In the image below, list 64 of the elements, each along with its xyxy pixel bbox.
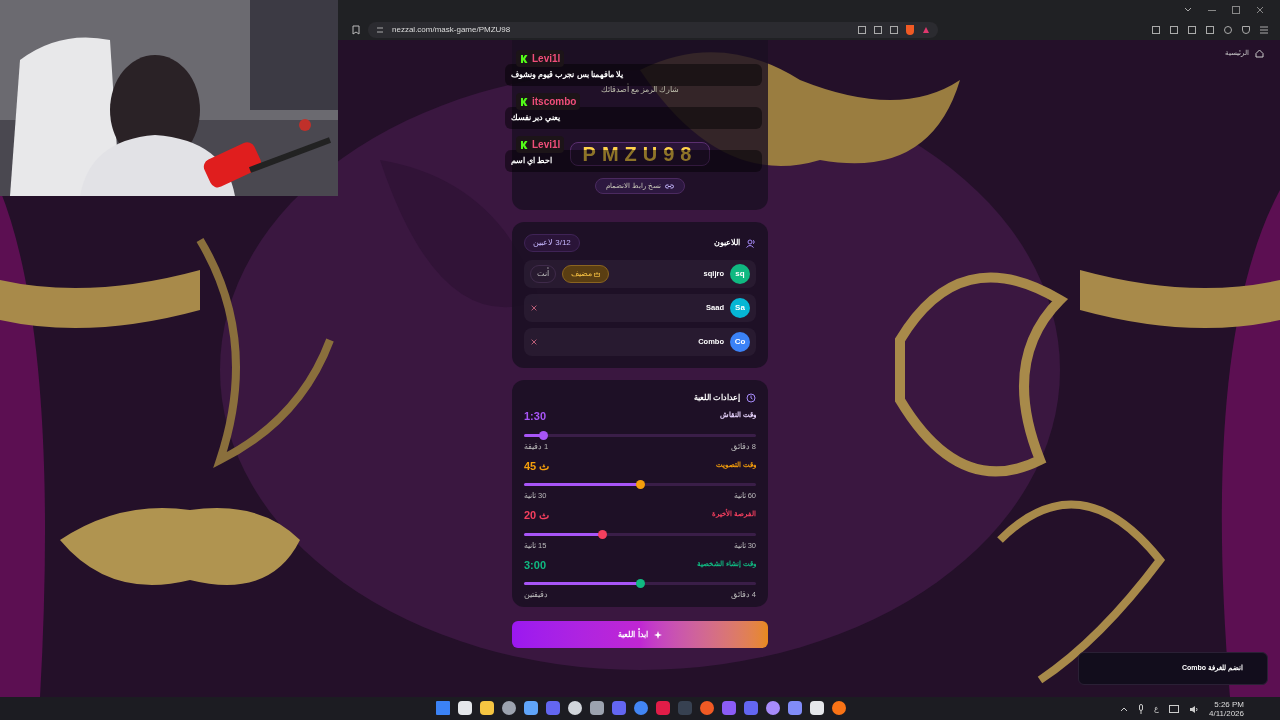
triangle-icon[interactable]	[922, 26, 930, 34]
room-code: PMZU98	[582, 142, 698, 167]
close-icon[interactable]	[1256, 6, 1264, 14]
sparkle-icon	[653, 630, 662, 639]
address-bar[interactable]: nezzal.com/mask-game/PMZU98	[368, 22, 938, 38]
chat-username: Levi1l	[532, 138, 561, 152]
app-icon[interactable]	[480, 701, 494, 715]
remove-icon[interactable]	[531, 339, 537, 345]
chat-username: Levi1l	[532, 52, 561, 66]
clock-date[interactable]: 4/11/2026	[1209, 709, 1244, 718]
site-settings-icon[interactable]	[376, 26, 384, 34]
player-avatar: Sa	[730, 298, 750, 318]
k-icon	[520, 140, 528, 149]
share-hint: شارك الرمز مع أصدقائك	[600, 84, 680, 96]
remove-icon[interactable]	[531, 305, 537, 311]
slider-value: 20 ث	[524, 508, 550, 523]
chat-message: يعني دبر نفسك	[505, 107, 762, 129]
shield-icon[interactable]	[906, 25, 914, 35]
chat-username: itscombo	[532, 95, 577, 109]
speaker-icon[interactable]	[1189, 704, 1199, 714]
app-icon[interactable]	[568, 701, 582, 715]
chevron-up-icon[interactable]	[1120, 706, 1128, 712]
slider-value: 1:30	[524, 409, 547, 424]
keyboard-language[interactable]: ع	[1154, 703, 1159, 715]
slider-thumb[interactable]	[539, 430, 549, 440]
app-icon[interactable]	[502, 701, 516, 715]
crown-icon	[594, 271, 600, 277]
slider-thumb[interactable]	[635, 480, 645, 489]
clock-time[interactable]: 5:26 PM	[1214, 700, 1244, 709]
maximize-icon[interactable]	[1232, 6, 1240, 14]
slider-thumb[interactable]	[635, 579, 645, 588]
chat-message: يلا مافهمنا بس نجرب قيوم ونشوف	[505, 64, 762, 86]
players-heading: اللاعبون	[714, 237, 740, 249]
link-icon	[664, 183, 674, 189]
app-icon[interactable]	[634, 701, 648, 715]
slider-value: 45 ث	[524, 458, 550, 474]
player-avatar: sq	[730, 264, 750, 284]
monitor-icon[interactable]	[1169, 705, 1179, 713]
slider-track[interactable]	[524, 483, 756, 486]
k-icon	[520, 54, 528, 63]
chevron-down-icon[interactable]	[1184, 7, 1192, 13]
minimize-icon[interactable]	[1208, 9, 1216, 11]
settings-heading: إعدادات اللعبة	[693, 392, 740, 404]
home-icon[interactable]	[1255, 48, 1264, 58]
slider-track[interactable]	[524, 532, 756, 536]
slider-value: 3:00	[524, 557, 547, 573]
menu-icon[interactable]	[1260, 26, 1268, 34]
bookmark-icon[interactable]	[352, 25, 360, 35]
app-icon[interactable]	[766, 701, 780, 715]
k-icon	[520, 97, 528, 106]
host-badge: مضيف	[562, 265, 609, 283]
microphone-icon[interactable]	[1138, 704, 1144, 714]
clock-icon	[746, 393, 756, 403]
player-count: 3/12 لاعبين	[524, 234, 580, 252]
slider-track[interactable]	[524, 433, 756, 437]
app-icon[interactable]	[832, 701, 846, 715]
app-icon[interactable]	[700, 701, 714, 715]
slider-thumb[interactable]	[598, 529, 608, 539]
app-icon[interactable]	[810, 701, 824, 715]
slider-track[interactable]	[524, 582, 756, 585]
users-icon	[746, 238, 756, 248]
player-avatar: Co	[730, 332, 750, 352]
url-text[interactable]: nezzal.com/mask-game/PMZU98	[392, 24, 511, 36]
start-game-button[interactable]: ابدأ اللعبة	[512, 621, 768, 648]
